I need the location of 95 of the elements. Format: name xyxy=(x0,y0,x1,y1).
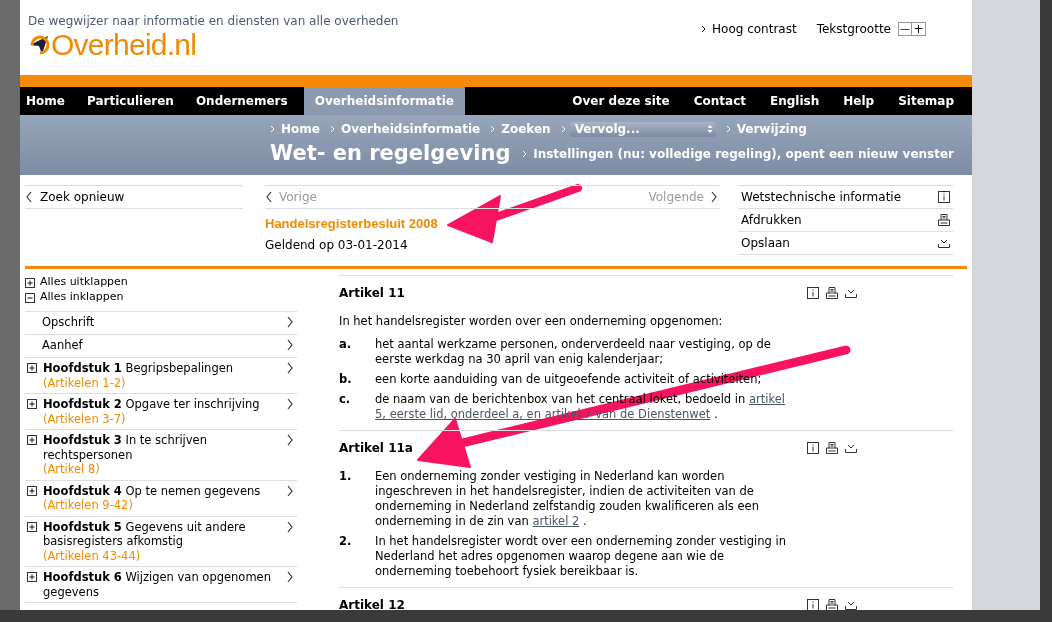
list-marker: c. xyxy=(339,392,352,408)
nav-tab[interactable]: Home xyxy=(20,87,71,115)
chapter-articles: (Artikelen 1-2) xyxy=(43,375,127,390)
chapter-articles: (Artikelen 9-42) xyxy=(43,498,134,513)
article-title: Artikel 11 xyxy=(339,285,405,302)
nav-link[interactable]: English xyxy=(758,87,832,115)
toc-item[interactable]: Hoofdstuk 4 Op te nemen gegevens (Artikelen 9-42) xyxy=(25,480,297,517)
tool-link[interactable]: Afdrukken xyxy=(738,209,953,232)
paragraph: In het handelsregister worden over een onderneming opgenomen: xyxy=(339,314,724,329)
tool-link[interactable]: Opslaan xyxy=(738,232,953,255)
chevron-right-icon xyxy=(701,25,706,33)
increase-text-size-button[interactable]: + xyxy=(912,22,926,36)
nav-link[interactable]: Help xyxy=(831,87,887,115)
article-title: Artikel 11a xyxy=(339,440,413,457)
download-icon xyxy=(845,599,857,610)
info-icon xyxy=(807,287,819,299)
download-icon xyxy=(845,287,857,299)
up-down-arrows-icon xyxy=(706,124,713,134)
chevron-right-icon xyxy=(490,125,496,133)
chevron-right-icon xyxy=(329,125,335,133)
chevron-right-icon xyxy=(710,191,718,203)
chapter-title: Hoofdstuk 6 Wijzigen van opgenomen gegevens xyxy=(43,570,271,599)
minus-box-icon xyxy=(25,292,35,303)
printer-icon xyxy=(826,287,838,299)
text-size-label: Tekstgrootte xyxy=(816,21,891,38)
chevron-right-icon xyxy=(286,362,294,374)
search-again-link[interactable]: Zoek opnieuw xyxy=(25,185,243,209)
toc-toggle-link[interactable]: Alles inklappen xyxy=(25,290,297,305)
list-item-text: In het handelsregister wordt over een onderneming zonder vestiging in Nederland het adres opgenomen waarop degene aan wie de onderneming toebehoort fysiek bereikbaar is. xyxy=(375,534,788,579)
list-item-text: Een onderneming zonder vestiging in Nederland kan worden ingeschreven in het handelsregister, indien de activiteiten van de onderneming in Nederland zelfstandig zouden kwalificeren als een onderneming in de zin van artikel 2 . xyxy=(375,469,760,529)
chapter-title: Hoofdstuk 5 Gegevens uit andere basisregisters afkomstig xyxy=(43,519,246,548)
chapter-articles: (Artikelen 43-44) xyxy=(43,548,142,563)
plus-box-icon xyxy=(27,485,37,496)
nav-link[interactable]: Sitemap xyxy=(886,87,970,115)
decrease-text-size-button[interactable]: — xyxy=(898,22,912,36)
chevron-right-icon xyxy=(270,125,275,133)
chevron-right-icon xyxy=(522,150,528,158)
high-contrast-link[interactable]: Hoog contrast xyxy=(712,20,797,38)
chapter-title: Hoofdstuk 3 In te schrijven rechtspersonen xyxy=(43,433,207,462)
article-title: Artikel 12 xyxy=(339,597,405,610)
info-icon xyxy=(938,191,950,203)
nav-link[interactable]: Over deze site xyxy=(560,87,682,115)
page-title: Wet- en regelgeving xyxy=(270,140,511,167)
list-marker: 1. xyxy=(339,469,353,485)
plus-box-icon xyxy=(27,363,37,373)
list-marker: b. xyxy=(339,372,353,387)
list-marker: a. xyxy=(339,337,353,353)
printer-icon xyxy=(826,599,838,610)
chevron-right-icon xyxy=(725,125,731,133)
plus-box-icon xyxy=(25,277,35,288)
chevron-right-icon xyxy=(286,571,294,583)
plus-box-icon xyxy=(27,572,37,582)
chevron-left-icon xyxy=(265,191,273,203)
chevron-right-icon xyxy=(286,316,294,328)
tagline: De wegwijzer naar informatie en diensten van alle overheden xyxy=(28,15,399,27)
plus-box-icon xyxy=(27,521,37,532)
link[interactable]: artikel 2 xyxy=(532,514,580,528)
toc-toggle-link[interactable]: Alles uitklappen xyxy=(25,275,297,290)
chapter-title: Hoofdstuk 2 Opgave ter inschrijving xyxy=(43,397,260,411)
chevron-right-icon xyxy=(286,520,294,533)
printer-icon xyxy=(826,442,838,454)
printer-icon xyxy=(938,214,950,226)
list-marker: 2. xyxy=(339,534,353,550)
download-icon xyxy=(938,237,950,249)
document-title: Handelsregisterbesluit 2008 xyxy=(265,215,439,233)
toc-item[interactable]: Hoofdstuk 6 Wijzigen van opgenomen gegevens xyxy=(25,567,297,603)
logo-arrow-icon xyxy=(28,34,50,56)
chevron-left-icon xyxy=(25,191,33,203)
toc-item[interactable]: Hoofdstuk 2 Opgave ter inschrijving (Artikelen 3-7) xyxy=(25,394,297,430)
chevron-right-icon xyxy=(286,434,294,446)
info-icon xyxy=(807,599,819,610)
toc-item[interactable]: Aanhef xyxy=(25,335,297,358)
plus-box-icon xyxy=(27,399,37,409)
chevron-right-icon xyxy=(560,125,566,133)
toc-item[interactable]: Hoofdstuk 1 Begripsbepalingen (Artikelen 1-2) xyxy=(25,358,297,394)
toc-item[interactable]: Hoofdstuk 3 In te schrijven rechtspersonen (Artikel 8) xyxy=(25,430,297,481)
chapter-title: Hoofdstuk 1 Begripsbepalingen xyxy=(43,361,234,375)
chevron-right-icon xyxy=(286,398,294,410)
chevron-right-icon xyxy=(286,339,294,351)
toc-item[interactable]: Opschrift xyxy=(25,312,297,335)
list-item-text: het aantal werkzame personen, onderverdeeld naar vestiging, op de eerste werkdag na 30 april van enig kalenderjaar; xyxy=(375,337,772,367)
nav-tab[interactable]: Particulieren xyxy=(80,87,180,115)
chevron-right-icon xyxy=(286,484,294,497)
nav-link[interactable]: Contact xyxy=(681,87,759,115)
chapter-articles: (Artikelen 3-7) xyxy=(43,411,127,426)
tool-link[interactable]: Wetstechnische informatie xyxy=(738,186,953,209)
info-icon xyxy=(807,442,819,454)
link[interactable]: artikel xyxy=(749,392,785,406)
download-icon xyxy=(845,442,857,454)
chapter-title: Hoofdstuk 4 Op te nemen gegevens xyxy=(43,483,261,498)
valid-date: Geldend op 03-01-2014 xyxy=(265,236,409,254)
nav-tab[interactable]: Ondernemers xyxy=(189,87,294,115)
chapter-articles: (Artikel 8) xyxy=(43,462,101,477)
toc-item[interactable]: Hoofdstuk 5 Gegevens uit andere basisregisters afkomstig (Artikelen 43-44) xyxy=(25,516,297,567)
plus-box-icon xyxy=(27,435,37,445)
